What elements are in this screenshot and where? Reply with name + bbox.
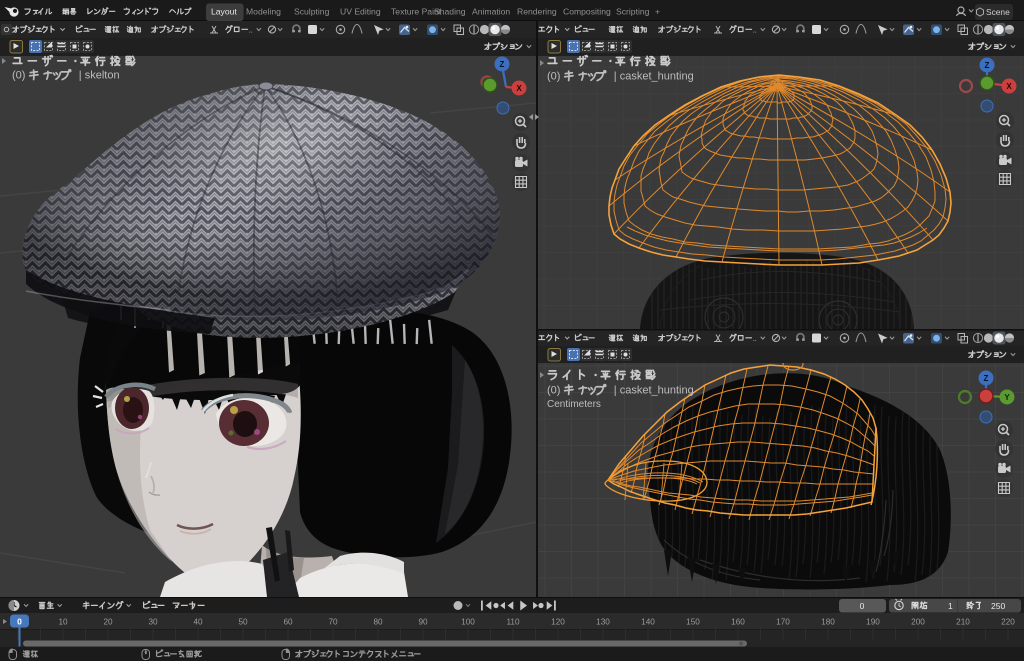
svg-text:Z: Z xyxy=(985,61,990,70)
svg-text:..: .. xyxy=(753,26,757,35)
svg-text:0: 0 xyxy=(860,601,865,611)
svg-text:| casket_hunting: | casket_hunting xyxy=(614,71,694,83)
svg-text:30: 30 xyxy=(148,618,158,627)
svg-text:20: 20 xyxy=(103,618,113,627)
svg-text:Rendering: Rendering xyxy=(517,7,557,17)
svg-text:60: 60 xyxy=(283,618,293,627)
svg-text:| casket_hunting: | casket_hunting xyxy=(614,385,694,397)
svg-text:X: X xyxy=(516,84,522,93)
svg-text:160: 160 xyxy=(731,618,745,627)
svg-text:150: 150 xyxy=(686,618,700,627)
svg-text:120: 120 xyxy=(551,618,565,627)
svg-text:Scene: Scene xyxy=(986,7,1010,17)
svg-text:Y: Y xyxy=(1004,393,1010,402)
svg-text:Scripting: Scripting xyxy=(616,7,650,17)
svg-text:0: 0 xyxy=(17,617,22,627)
svg-text:110: 110 xyxy=(506,618,519,627)
svg-text:+: + xyxy=(655,7,660,17)
svg-text:250: 250 xyxy=(991,601,1005,611)
svg-text:X: X xyxy=(1006,82,1012,91)
svg-text:Layout: Layout xyxy=(211,7,237,17)
svg-text:Z: Z xyxy=(500,60,505,69)
svg-text:UV Editing: UV Editing xyxy=(340,7,381,17)
svg-text:Compositing: Compositing xyxy=(563,7,611,17)
svg-text:200: 200 xyxy=(911,618,925,627)
svg-text:10: 10 xyxy=(58,618,68,627)
svg-text:1: 1 xyxy=(948,601,953,611)
svg-text:Shading: Shading xyxy=(434,7,466,17)
svg-text:50: 50 xyxy=(238,618,248,627)
svg-text:Centimeters: Centimeters xyxy=(547,399,601,410)
svg-text:(0): (0) xyxy=(547,385,560,397)
svg-text:210: 210 xyxy=(956,618,970,627)
svg-text:220: 220 xyxy=(1001,618,1015,627)
svg-text:80: 80 xyxy=(373,618,383,627)
svg-text:170: 170 xyxy=(776,618,790,627)
svg-text:90: 90 xyxy=(418,618,428,627)
svg-text:..: .. xyxy=(249,26,253,35)
svg-text:Z: Z xyxy=(984,374,989,383)
svg-text:180: 180 xyxy=(821,618,835,627)
svg-text:190: 190 xyxy=(866,618,880,627)
svg-text:..: .. xyxy=(753,334,757,343)
svg-text:(0): (0) xyxy=(12,70,25,82)
svg-text:100: 100 xyxy=(461,618,475,627)
svg-text:Sculpting: Sculpting xyxy=(294,7,330,17)
svg-text:| skelton: | skelton xyxy=(79,70,120,82)
svg-text:(0): (0) xyxy=(547,71,560,83)
svg-text:130: 130 xyxy=(596,618,610,627)
svg-text:70: 70 xyxy=(328,618,338,627)
svg-text:40: 40 xyxy=(193,618,203,627)
svg-text:140: 140 xyxy=(641,618,655,627)
svg-text:Animation: Animation xyxy=(472,7,510,17)
svg-text:Modeling: Modeling xyxy=(246,7,281,17)
